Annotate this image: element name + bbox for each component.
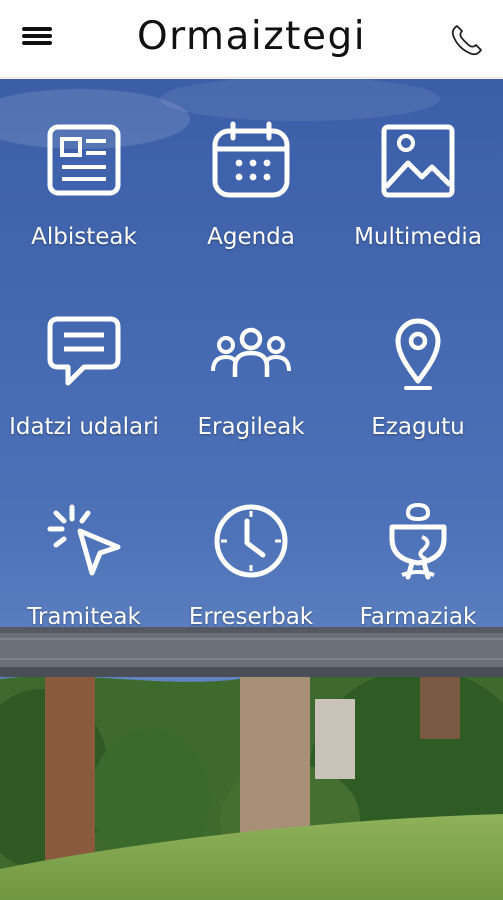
pharmacy-icon [389,502,447,580]
menu-item-farmaziak[interactable]: Farmaziak [334,459,502,649]
menu-item-idatzi-udalari[interactable]: Idatzi udalari [0,269,168,459]
menu-item-label: Albisteak [31,224,137,250]
app-screen: Ormaiztegi Albisteak Agenda Multimedia I… [0,0,503,900]
phone-icon[interactable] [447,20,487,60]
menu-item-tramiteak[interactable]: Tramiteak [0,459,168,649]
menu-item-label: Erreserbak [188,604,314,630]
top-bar: Ormaiztegi [0,0,503,78]
menu-item-erreserbak[interactable]: Erreserbak [167,459,335,649]
newspaper-icon [47,124,121,196]
app-title: Ormaiztegi [136,14,367,59]
menu-item-albisteak[interactable]: Albisteak [0,79,168,269]
cursor-click-icon [47,504,121,576]
image-icon [381,124,455,198]
menu-item-agenda[interactable]: Agenda [167,79,335,269]
menu-item-label: Idatzi udalari [9,414,159,440]
message-icon [47,316,121,386]
menu-item-label: Agenda [207,224,295,250]
calendar-icon [212,121,290,198]
menu-item-label: Ezagutu [371,414,465,440]
location-pin-icon [395,318,441,390]
people-icon [211,327,291,377]
menu-item-eragileak[interactable]: Eragileak [167,269,335,459]
menu-item-ezagutu[interactable]: Ezagutu [334,269,502,459]
menu-item-label: Farmaziak [359,604,477,630]
menu-item-label: Eragileak [197,414,305,440]
menu-item-label: Tramiteak [27,604,141,630]
clock-icon [214,504,288,578]
menu-item-label: Multimedia [354,224,482,250]
menu-item-multimedia[interactable]: Multimedia [334,79,502,269]
menu-grid: Albisteak Agenda Multimedia Idatzi udala… [0,79,503,649]
